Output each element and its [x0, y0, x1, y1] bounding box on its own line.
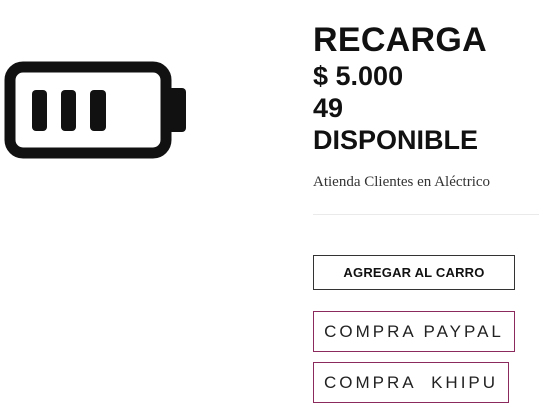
- product-image: [0, 55, 195, 165]
- product-info: RECARGA $ 5.000 49 DISPONIBLE Atienda Cl…: [313, 20, 539, 403]
- add-to-cart-button[interactable]: AGREGAR AL CARRO: [313, 255, 515, 290]
- product-price: $ 5.000: [313, 61, 404, 91]
- product-title: RECARGA: [313, 21, 487, 59]
- stock-label: DISPONIBLE: [313, 125, 479, 155]
- buy-paypal-button[interactable]: COMPRA PAYPAL: [313, 311, 515, 352]
- stock-count: 49: [313, 93, 344, 123]
- divider: [313, 214, 539, 215]
- vendor-name: Atienda Clientes en Aléctrico: [313, 174, 491, 190]
- buy-khipu-button[interactable]: COMPRA KHIPU: [313, 362, 509, 403]
- battery-icon: [4, 61, 186, 159]
